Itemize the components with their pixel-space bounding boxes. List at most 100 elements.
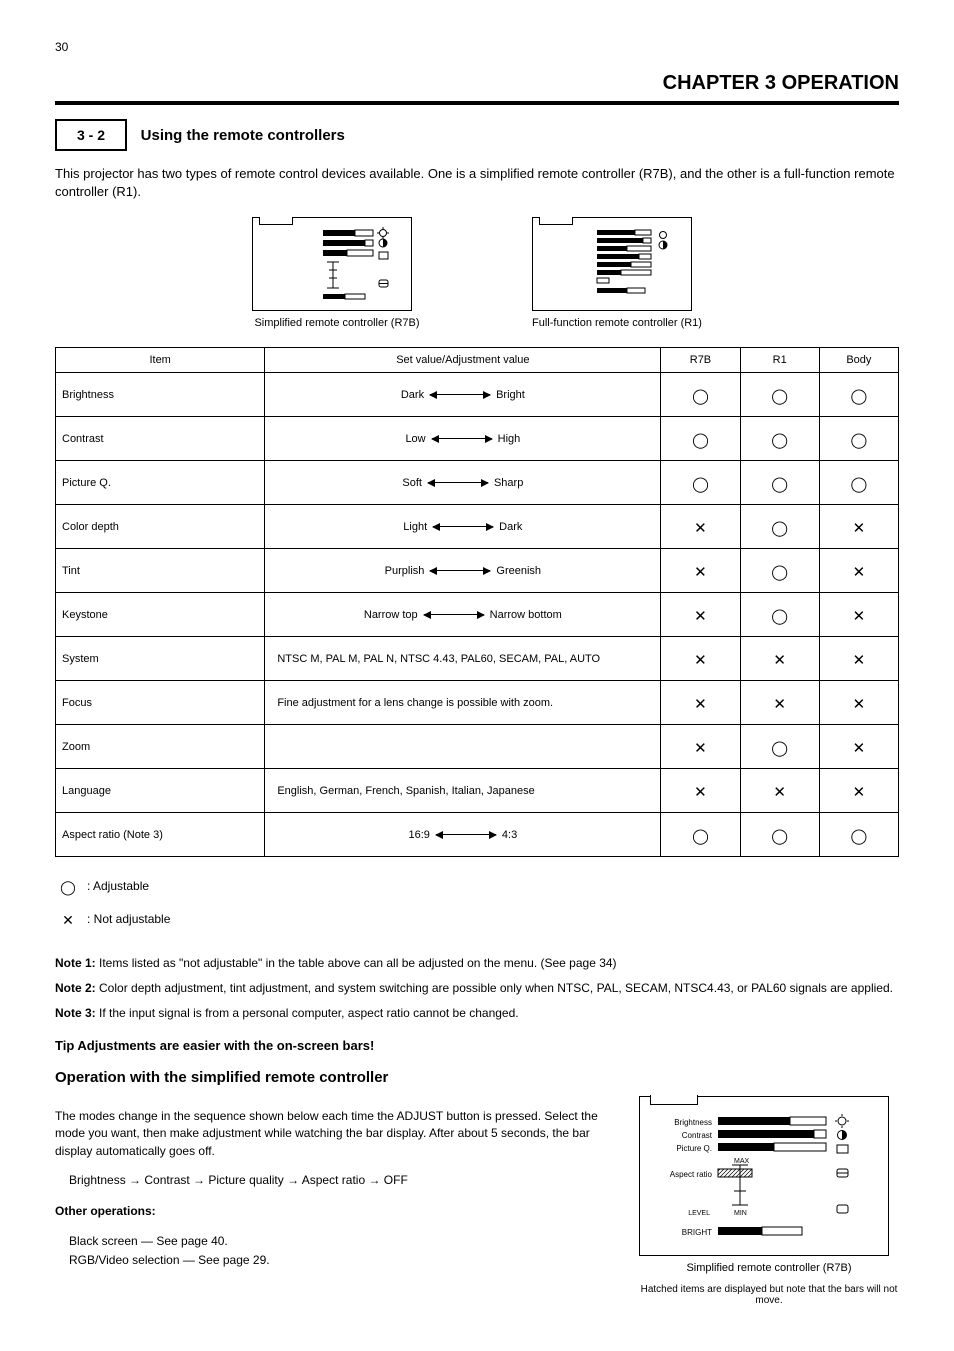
th-item: Item: [56, 348, 265, 373]
cell-r7b: ✕: [661, 505, 740, 549]
cell-value: PurplishGreenish: [265, 549, 661, 593]
intro-paragraph: This projector has two types of remote c…: [55, 165, 899, 201]
legend-o-text: : Adjustable: [87, 879, 149, 893]
other-ops-label: Other operations:: [55, 1204, 156, 1218]
th-body: Body: [819, 348, 898, 373]
cell-value: LowHigh: [265, 417, 661, 461]
adjustment-table: Item Set value/Adjustment value R7B R1 B…: [55, 347, 899, 857]
table-row: Color depthLightDark✕◯✕: [56, 505, 899, 549]
legend-x-text: : Not adjustable: [87, 912, 170, 926]
simple-remote-large-caption: Simplified remote controller (R7B): [639, 1262, 899, 1274]
simple-remote-svg: [261, 224, 405, 304]
simple-remote-box: [252, 217, 412, 311]
cell-r1: ◯: [740, 813, 819, 857]
legend-o-icon: ◯: [55, 871, 81, 900]
cell-r1: ◯: [740, 725, 819, 769]
cell-value: English, German, French, Spanish, Italia…: [265, 769, 661, 813]
chapter-title: CHAPTER 3 OPERATION: [55, 72, 899, 105]
cell-body: ✕: [819, 505, 898, 549]
cell-r7b: ◯: [661, 461, 740, 505]
section-number-box: 3 - 2: [55, 119, 127, 151]
cell-r1: ✕: [740, 637, 819, 681]
cell-r7b: ◯: [661, 417, 740, 461]
cell-r7b: ◯: [661, 813, 740, 857]
cell-value: Fine adjustment for a lens change is pos…: [265, 681, 661, 725]
cell-r7b: ✕: [661, 549, 740, 593]
table-row: ContrastLowHigh◯◯◯: [56, 417, 899, 461]
cell-value: Narrow topNarrow bottom: [265, 593, 661, 637]
section-row: 3 - 2 Using the remote controllers: [55, 119, 899, 151]
cell-item: Color depth: [56, 505, 265, 549]
note1-label: Note 1:: [55, 956, 96, 970]
cell-value: DarkBright: [265, 373, 661, 417]
cell-item: Tint: [56, 549, 265, 593]
cell-body: ✕: [819, 593, 898, 637]
cell-item: Brightness: [56, 373, 265, 417]
cell-item: Focus: [56, 681, 265, 725]
cell-body: ✕: [819, 637, 898, 681]
table-row: FocusFine adjustment for a lens change i…: [56, 681, 899, 725]
cell-value: LightDark: [265, 505, 661, 549]
svg-text:MIN: MIN: [734, 1210, 747, 1217]
tip-heading-text: Tip Adjustments are easier with the on-s…: [55, 1038, 374, 1053]
svg-text:Picture Q.: Picture Q.: [676, 1144, 712, 1153]
cell-r1: ◯: [740, 505, 819, 549]
note2-label: Note 2:: [55, 981, 96, 995]
cell-r1: ✕: [740, 681, 819, 725]
table-row: LanguageEnglish, German, French, Spanish…: [56, 769, 899, 813]
section-title: Using the remote controllers: [141, 127, 345, 144]
cell-body: ◯: [819, 417, 898, 461]
full-remote-box: [532, 217, 692, 311]
cell-item: Picture Q.: [56, 461, 265, 505]
table-row: SystemNTSC M, PAL M, PAL N, NTSC 4.43, P…: [56, 637, 899, 681]
simple-op-sequence: Brightness → Contrast → Picture quality …: [69, 1172, 609, 1189]
cell-body: ✕: [819, 769, 898, 813]
other-ops-b: RGB/Video selection — See page 29.: [69, 1252, 609, 1269]
cell-item: Keystone: [56, 593, 265, 637]
table-row: Picture Q.SoftSharp◯◯◯: [56, 461, 899, 505]
table-row: BrightnessDarkBright◯◯◯: [56, 373, 899, 417]
cell-value: NTSC M, PAL M, PAL N, NTSC 4.43, PAL60, …: [265, 637, 661, 681]
cell-value: 16:94:3: [265, 813, 661, 857]
chapter-heading: CHAPTER 3 OPERATION: [663, 72, 899, 95]
cell-r1: ◯: [740, 461, 819, 505]
cell-value: SoftSharp: [265, 461, 661, 505]
cell-r7b: ✕: [661, 593, 740, 637]
cell-r7b: ✕: [661, 769, 740, 813]
cell-r7b: ✕: [661, 681, 740, 725]
notes-block: Note 1: Items listed as "not adjustable"…: [55, 955, 899, 1021]
simple-remote-diagram: Simplified remote controller (R7B): [252, 217, 422, 329]
svg-text:LEVEL: LEVEL: [688, 1210, 710, 1217]
table-row: KeystoneNarrow topNarrow bottom✕◯✕: [56, 593, 899, 637]
note2-text: Color depth adjustment, tint adjustment,…: [99, 981, 893, 995]
cell-r1: ◯: [740, 593, 819, 637]
simple-op-title: Operation with the simplified remote con…: [55, 1069, 899, 1086]
table-row: Aspect ratio (Note 3)16:94:3◯◯◯: [56, 813, 899, 857]
cell-body: ✕: [819, 549, 898, 593]
cell-r1: ◯: [740, 417, 819, 461]
cell-r1: ✕: [740, 769, 819, 813]
cell-value: [265, 725, 661, 769]
cell-r7b: ◯: [661, 373, 740, 417]
cell-body: ◯: [819, 461, 898, 505]
full-remote-caption: Full-function remote controller (R1): [532, 317, 702, 329]
svg-text:Brightness: Brightness: [674, 1118, 712, 1127]
svg-text:Aspect ratio: Aspect ratio: [670, 1170, 713, 1179]
svg-text:BRIGHT: BRIGHT: [682, 1228, 712, 1237]
cell-r7b: ✕: [661, 637, 740, 681]
cell-r1: ◯: [740, 549, 819, 593]
cell-body: ✕: [819, 681, 898, 725]
note1-text: Items listed as "not adjustable" in the …: [99, 956, 617, 970]
full-remote-svg: [541, 224, 685, 304]
cell-body: ✕: [819, 725, 898, 769]
simple-remote-large-svg: Brightness Contrast Picture Q. Aspect ra…: [654, 1107, 876, 1247]
legend-x-icon: ✕: [55, 904, 81, 933]
table-row: Zoom✕◯✕: [56, 725, 899, 769]
page-number: 30: [55, 40, 899, 54]
table-row: TintPurplishGreenish✕◯✕: [56, 549, 899, 593]
simple-op-para: The modes change in the sequence shown b…: [55, 1108, 609, 1160]
tip-heading: Tip Adjustments are easier with the on-s…: [55, 1038, 899, 1053]
cell-r7b: ✕: [661, 725, 740, 769]
controller-diagrams: Simplified remote controller (R7B) Full-…: [55, 217, 899, 329]
svg-text:MAX: MAX: [734, 1158, 750, 1165]
